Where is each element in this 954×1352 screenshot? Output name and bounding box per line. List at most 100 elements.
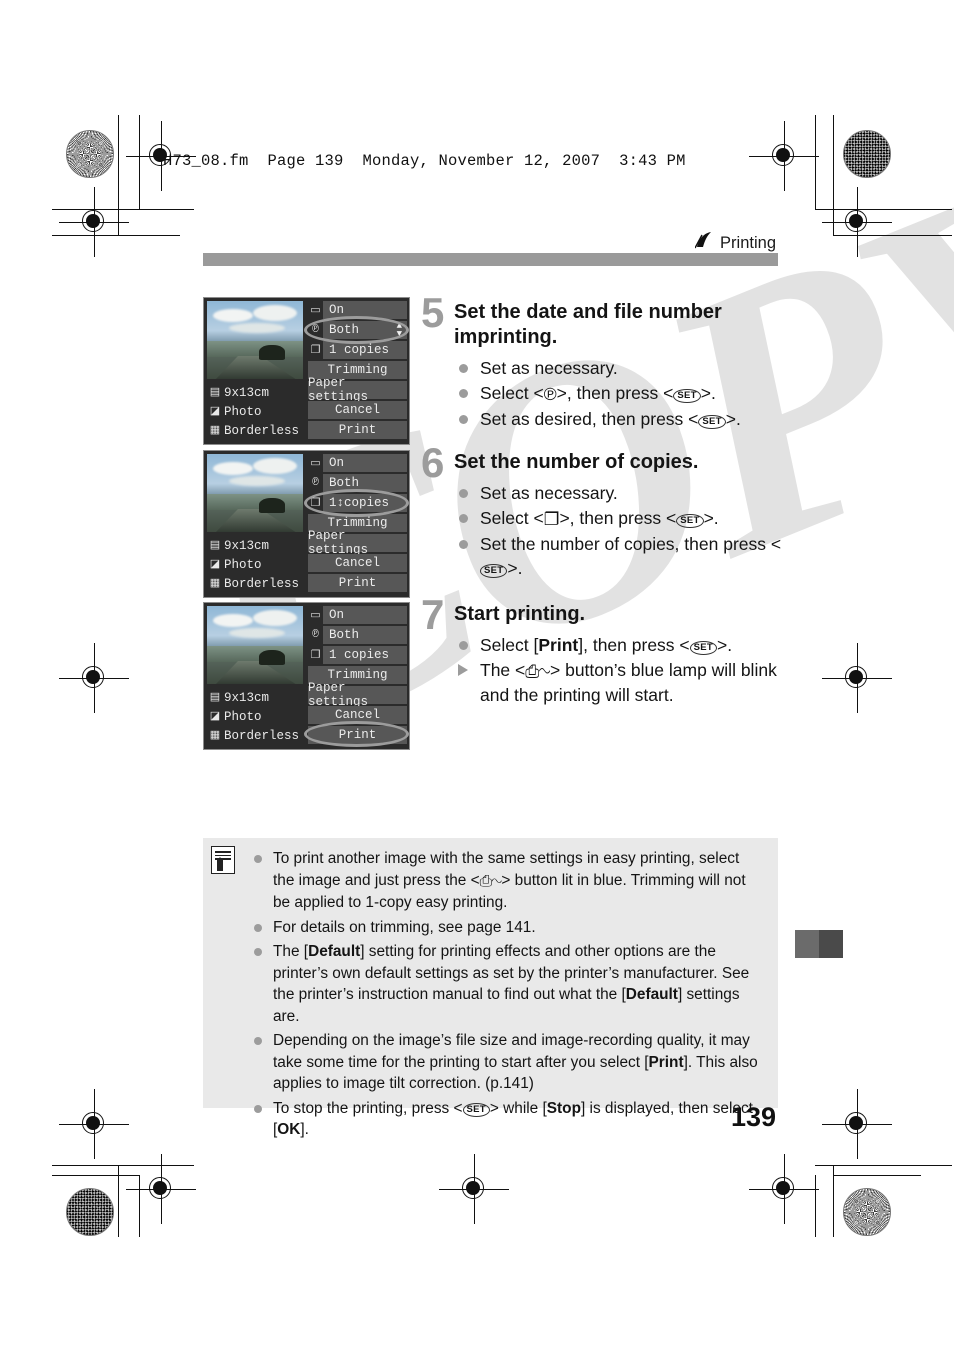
registration-mark	[59, 1089, 129, 1159]
step-number: 7	[421, 591, 445, 638]
lcd-menu: ▭ On ℗ Both ❐ 1 copies Trimming Paper se…	[308, 606, 407, 746]
registration-mark	[439, 1154, 509, 1224]
copies-icon: ❐	[310, 650, 321, 662]
menu-print[interactable]: Print	[308, 421, 407, 439]
menu-print[interactable]: Print	[308, 574, 407, 592]
print-target-circle	[843, 130, 891, 178]
note-item: To print another image with the same set…	[251, 848, 764, 914]
note-text: To stop the printing, press < SET > while …	[273, 1099, 753, 1139]
set-button-icon: SET	[698, 415, 726, 429]
bullet-text: Set as desired, then press < SET >.	[480, 409, 741, 429]
menu-print[interactable]: Print	[308, 726, 407, 744]
registration-mark	[749, 121, 819, 191]
paper-size-icon: ▤	[209, 540, 221, 552]
page-layout-icon: ▦	[209, 425, 221, 437]
lcd-menu: ▭ On ℗ Both ▲ ▼ ❐ 1 copies Trimming Paper…	[308, 301, 407, 441]
note-text: Depending on the image’s file size and i…	[273, 1032, 758, 1092]
menu-printing-effect[interactable]: ▭ On	[308, 301, 407, 319]
menu-copies[interactable]: ❐ 1 copies	[308, 341, 407, 359]
label-page-layout: ▦ Borderless	[208, 422, 306, 441]
updown-arrows-icon: ▲ ▼	[396, 321, 402, 339]
note-box: To print another image with the same set…	[203, 838, 778, 1138]
bullet-text: Select <❐>, then press < SET >.	[480, 508, 719, 529]
menu-printing-effect[interactable]: ▭ On	[308, 454, 407, 472]
set-button-icon: SET	[689, 641, 718, 655]
image-thumbnail	[207, 301, 303, 379]
bullet: Select <℗>, then press < SET >.	[454, 381, 791, 406]
lcd-left-labels: ▤ 9x13cm ◪ Photo ▦ Borderless	[208, 384, 306, 441]
bullet-text: Set as necessary.	[480, 358, 618, 378]
page-layout-icon: ▦	[209, 730, 221, 742]
lcd-left-labels: ▤ 9x13cm ◪ Photo ▦ Borderless	[208, 689, 306, 746]
label-paper-type: ◪ Photo	[208, 708, 306, 727]
direct-print-button-icon: ⎙∿	[525, 661, 550, 681]
step-bullets: Set as necessary. Select <℗>, then press…	[454, 356, 791, 431]
menu-date-imprint[interactable]: ℗ Both	[308, 474, 407, 492]
step-7: 7 Start printing. Select [Print], then p…	[421, 594, 791, 708]
menu-paper-settings[interactable]: Paper settings	[308, 376, 407, 404]
note-list: To print another image with the same set…	[203, 838, 778, 1141]
bullet: Select [Print], then press < SET >.	[454, 633, 791, 657]
registration-mark	[749, 1154, 819, 1224]
note-item: To stop the printing, press < SET > while …	[251, 1098, 764, 1141]
menu-date-imprint[interactable]: ℗ Both ▲ ▼	[308, 321, 407, 339]
printing-effect-icon: ▭	[310, 610, 321, 622]
menu-date-imprint[interactable]: ℗ Both	[308, 626, 407, 644]
note-text: The [Default] setting for printing effec…	[273, 943, 750, 1025]
note-text: For details on trimming, see page 141.	[273, 918, 536, 936]
step-number: 5	[421, 289, 445, 336]
date-imprint-icon: ℗	[312, 629, 319, 641]
copies-icon: ❐	[310, 498, 321, 510]
note-item: Depending on the image’s file size and i…	[251, 1030, 764, 1095]
step-5: 5 Set the date and file number imprintin…	[421, 292, 791, 432]
label-paper-size: ▤ 9x13cm	[208, 689, 306, 708]
menu-paper-settings[interactable]: Paper settings	[308, 681, 407, 709]
registration-mark	[822, 187, 892, 257]
header-rule-bar	[203, 253, 778, 266]
bullet-text: Select [Print], then press < SET >.	[480, 635, 733, 655]
note-item: The [Default] setting for printing effec…	[251, 941, 764, 1027]
bullet-text: Set as necessary.	[480, 483, 618, 503]
paper-size-icon: ▤	[209, 387, 221, 399]
page-number: 139	[730, 1102, 776, 1132]
registration-mark	[59, 187, 129, 257]
print-target-circle	[843, 1188, 891, 1236]
chapter-heading: Printing	[694, 232, 776, 254]
lcd-left-labels: ▤ 9x13cm ◪ Photo ▦ Borderless	[208, 537, 306, 594]
label-page-layout: ▦ Borderless	[208, 575, 306, 594]
menu-cancel[interactable]: Cancel	[308, 401, 407, 419]
menu-copies[interactable]: ❐ 1↕copies	[308, 494, 407, 512]
chapter-label: Printing	[720, 233, 776, 252]
lcd-screen-step5: ▤ 9x13cm ◪ Photo ▦ Borderless ▭ On ℗ Both ▲…	[203, 297, 410, 445]
menu-paper-settings[interactable]: Paper settings	[308, 529, 407, 557]
set-button-icon: SET	[462, 1102, 490, 1117]
lcd-menu: ▭ On ℗ Both ❐ 1↕copies Trimming Paper se…	[308, 454, 407, 594]
set-button-icon: SET	[676, 514, 704, 528]
paper-type-icon: ◪	[209, 406, 221, 418]
bullet-text: Set the number of copies, then press <SE…	[480, 534, 782, 578]
paper-type-icon: ◪	[209, 559, 221, 571]
step-bullets: Select [Print], then press < SET >. The <⎙…	[454, 633, 791, 707]
paper-type-icon: ◪	[209, 711, 221, 723]
label-paper-type: ◪ Photo	[208, 403, 306, 422]
paper-size-icon: ▤	[209, 692, 221, 704]
menu-copies[interactable]: ❐ 1 copies	[308, 646, 407, 664]
menu-printing-effect[interactable]: ▭ On	[308, 606, 407, 624]
print-target-circle	[66, 130, 114, 178]
lcd-screen-step6: ▤ 9x13cm ◪ Photo ▦ Borderless ▭ On ℗ Both ❐…	[203, 450, 410, 598]
image-thumbnail	[207, 454, 303, 532]
label-paper-size: ▤ 9x13cm	[208, 384, 306, 403]
bullet: The <⎙∿> button’s blue lamp will blink a…	[454, 658, 791, 707]
bullet: Set as necessary.	[454, 356, 791, 380]
copies-icon: ❐	[543, 509, 560, 529]
label-paper-size: ▤ 9x13cm	[208, 537, 306, 556]
printer-swoosh-icon	[694, 232, 714, 254]
menu-cancel[interactable]: Cancel	[308, 706, 407, 724]
direct-print-button-icon: ⎙∿	[479, 872, 502, 890]
menu-cancel[interactable]: Cancel	[308, 554, 407, 572]
registration-mark	[126, 1154, 196, 1224]
date-imprint-icon: ℗	[312, 324, 319, 336]
registration-mark	[822, 1089, 892, 1159]
printing-effect-icon: ▭	[310, 305, 321, 317]
step-6: 6 Set the number of copies. Set as neces…	[421, 442, 796, 581]
